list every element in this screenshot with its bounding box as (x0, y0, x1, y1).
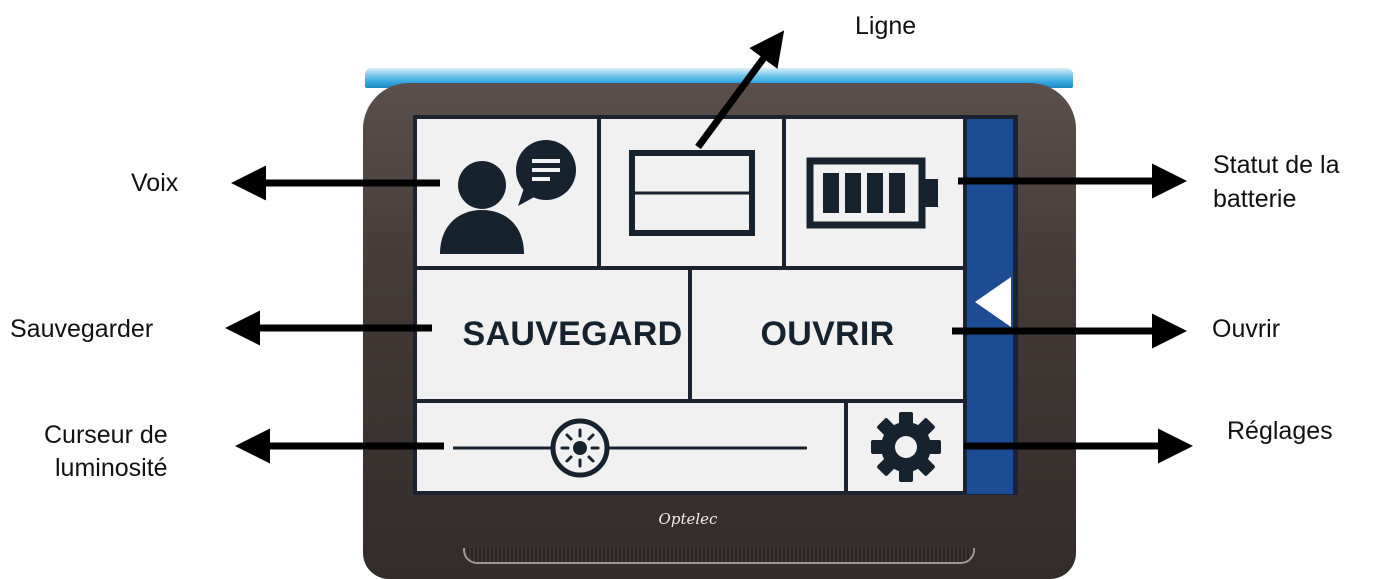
callout-arrows (225, 30, 1193, 464)
arrow-ligne (695, 30, 785, 150)
